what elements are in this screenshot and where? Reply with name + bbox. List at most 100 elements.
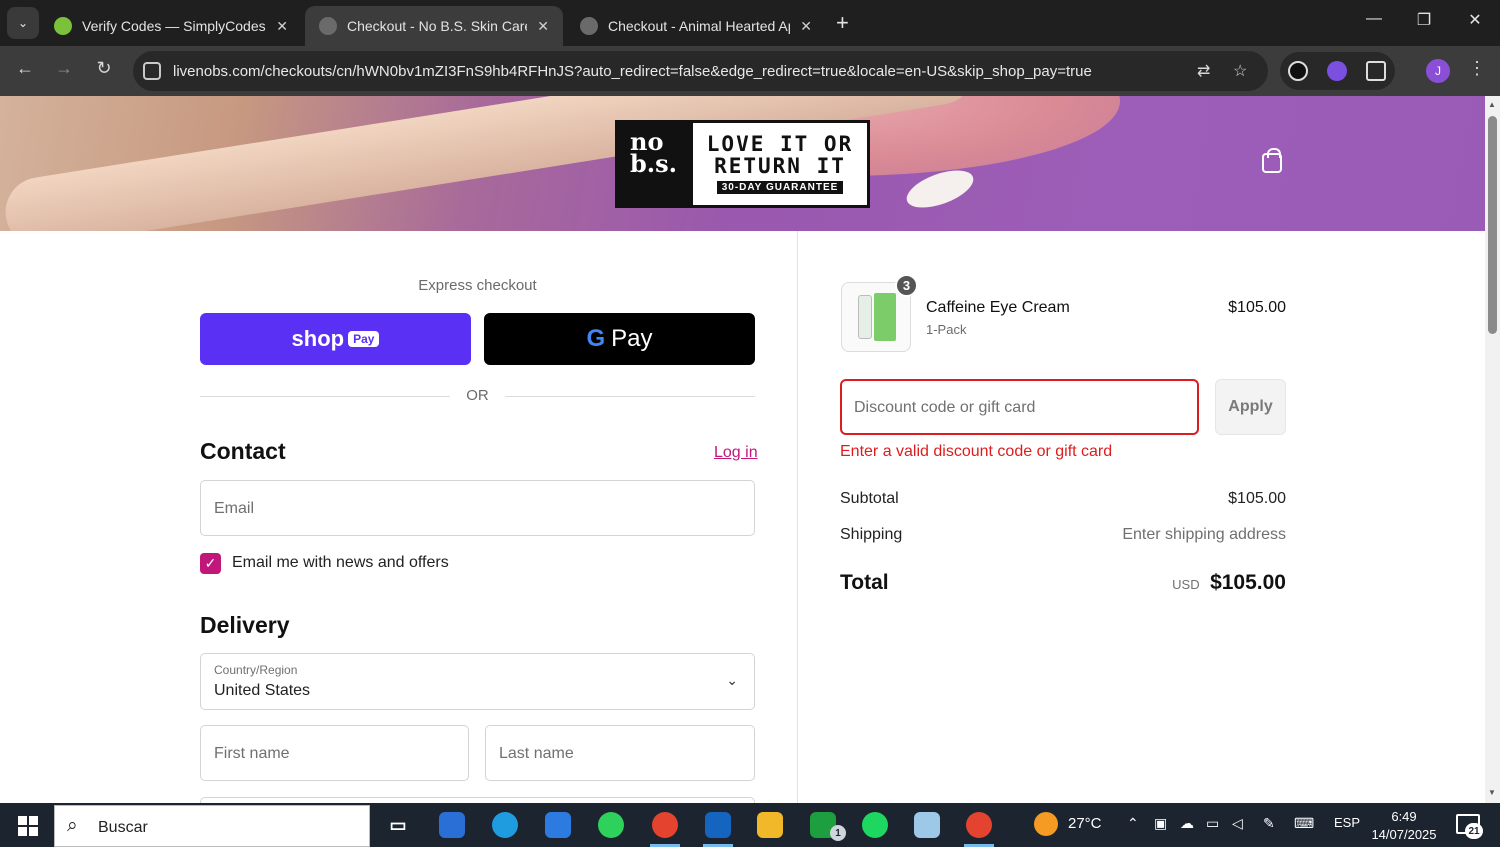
divider-right (505, 396, 755, 397)
express-checkout-label: Express checkout (418, 277, 537, 294)
extensions-puzzle-icon[interactable] (1366, 61, 1386, 81)
forward-button[interactable]: → (51, 58, 77, 79)
country-select[interactable]: Country/Region United States ⌄ (200, 653, 755, 710)
first-name-field[interactable]: First name (200, 725, 469, 781)
close-tab-icon[interactable]: ✕ (276, 18, 288, 35)
network-icon[interactable]: ▭ (1206, 815, 1219, 832)
discount-code-input[interactable]: Discount code or gift card (840, 379, 1199, 435)
new-tab-button[interactable]: + (836, 10, 849, 36)
edge-icon[interactable] (492, 812, 518, 838)
chrome-profile-p-icon[interactable] (966, 812, 992, 838)
tab-label: Checkout - Animal Hearted App (608, 18, 791, 34)
url-text[interactable]: livenobs.com/checkouts/cn/hWN0bv1mZI3FnS… (173, 63, 1092, 80)
shopping-bag-icon[interactable] (1262, 148, 1282, 173)
language-indicator[interactable]: ESP (1334, 815, 1360, 830)
browser-menu-icon[interactable]: ⋮ (1468, 58, 1486, 79)
newsletter-label: Email me with news and offers (232, 554, 449, 571)
outlook-icon[interactable] (705, 812, 731, 838)
onedrive-icon[interactable]: ☁ (1180, 815, 1194, 832)
taskbar-search[interactable]: ⌕ Buscar (54, 805, 370, 847)
clock-date: 14/07/2025 (1371, 827, 1437, 842)
subtotal-label: Subtotal (840, 490, 899, 507)
file-explorer-icon[interactable] (757, 812, 783, 838)
mail-icon[interactable] (545, 812, 571, 838)
extension-purple-icon[interactable] (1327, 61, 1347, 81)
gpay-label: Pay (611, 325, 653, 352)
order-summary: 3 Caffeine Eye Cream 1-Pack $105.00 Disc… (797, 231, 1485, 803)
windows-start-icon[interactable] (18, 816, 38, 836)
tab-label: Checkout - No B.S. Skin Care (347, 18, 528, 34)
logo-line-2: RETURN IT (714, 154, 846, 178)
first-name-placeholder: First name (214, 745, 290, 762)
page-scrollbar[interactable]: ▲ ▼ (1485, 96, 1500, 803)
pen-icon[interactable]: ✎ (1263, 815, 1275, 832)
translate-icon[interactable]: ⇄ (1197, 61, 1210, 81)
keyboard-icon[interactable]: ⌨ (1294, 815, 1314, 832)
brand-logo[interactable]: no b.s. LOVE IT OR RETURN IT 30-DAY GUAR… (615, 120, 870, 208)
email-placeholder: Email (214, 500, 255, 517)
meet-icon[interactable]: ▣ (1154, 815, 1167, 832)
contact-heading: Contact (200, 438, 286, 464)
logo-line-1: LOVE IT OR (706, 132, 854, 156)
browser-toolbar: ← → ↻ livenobs.com/checkouts/cn/hWN0bv1m… (0, 46, 1500, 96)
extensions-area (1280, 52, 1395, 90)
address-bar[interactable]: livenobs.com/checkouts/cn/hWN0bv1mZI3FnS… (133, 51, 1268, 91)
scroll-down-icon[interactable]: ▼ (1488, 788, 1496, 797)
last-name-placeholder: Last name (499, 745, 574, 762)
store-icon[interactable] (439, 812, 465, 838)
close-tab-icon[interactable]: ✕ (537, 18, 549, 35)
product-box-image (874, 293, 896, 341)
chevron-up-icon[interactable]: ⌃ (1127, 815, 1139, 832)
chrome-profile-j-icon[interactable] (652, 812, 678, 838)
product-name: Caffeine Eye Cream (926, 299, 1070, 316)
google-g-icon: G (586, 325, 606, 352)
delivery-heading: Delivery (200, 612, 290, 638)
last-name-field[interactable]: Last name (485, 725, 755, 781)
or-divider-label: OR (466, 387, 489, 404)
profile-avatar[interactable]: J (1426, 59, 1450, 83)
clock-time: 6:49 (1391, 809, 1417, 824)
product-variant: 1-Pack (926, 322, 967, 337)
windows-taskbar: ⌕ Buscar ▭ 1 27°C ⌃ ▣ ☁ ▭ ◁ ✎ ⌨ ESP 6:49… (0, 803, 1500, 847)
whatsapp-icon[interactable] (598, 812, 624, 838)
bookmark-star-icon[interactable]: ☆ (1233, 61, 1247, 81)
currency-code: USD (1172, 577, 1200, 592)
scroll-thumb[interactable] (1488, 116, 1497, 334)
close-window-button[interactable]: ✕ (1463, 10, 1487, 30)
scroll-up-icon[interactable]: ▲ (1488, 100, 1496, 109)
shop-pay-button[interactable]: shop Pay (200, 313, 471, 365)
xbox-badge: 1 (830, 825, 846, 841)
browser-tab-bar: ⌄ Verify Codes — SimplyCodes ✕ Checkout … (0, 0, 1500, 46)
task-view-icon[interactable]: ▭ (385, 812, 411, 838)
notepad-icon[interactable] (914, 812, 940, 838)
site-info-icon[interactable] (143, 62, 161, 80)
total-amount: USD $105.00 (1028, 571, 1286, 595)
weather-temp[interactable]: 27°C (1068, 815, 1102, 832)
spotify-icon[interactable] (862, 812, 888, 838)
discount-error-message: Enter a valid discount code or gift card (840, 443, 1113, 460)
volume-icon[interactable]: ◁ (1232, 815, 1243, 832)
minimize-button[interactable]: — (1362, 10, 1386, 28)
close-tab-icon[interactable]: ✕ (800, 18, 812, 35)
extension-w-icon[interactable] (1288, 61, 1308, 81)
tab-animal-hearted[interactable]: Checkout - Animal Hearted App ✕ (566, 6, 826, 46)
back-button[interactable]: ← (12, 58, 38, 79)
globe-favicon-icon (319, 17, 337, 35)
taskbar-search-text: Buscar (98, 819, 148, 836)
apply-discount-button[interactable]: Apply (1215, 379, 1286, 435)
taskbar-clock[interactable]: 6:49 14/07/2025 (1366, 808, 1442, 844)
logo-nobs: no b.s. (618, 123, 693, 205)
login-link[interactable]: Log in (714, 444, 758, 462)
weather-sun-icon[interactable] (1034, 812, 1058, 836)
reload-button[interactable]: ↻ (91, 58, 117, 79)
shipping-value: Enter shipping address (1122, 526, 1286, 543)
tab-nobs-checkout[interactable]: Checkout - No B.S. Skin Care ✕ (305, 6, 563, 46)
google-pay-button[interactable]: G Pay (484, 313, 755, 365)
newsletter-checkbox[interactable]: ✓ (200, 553, 221, 574)
product-price: $105.00 (1228, 299, 1286, 316)
hero-banner: no b.s. LOVE IT OR RETURN IT 30-DAY GUAR… (0, 96, 1485, 231)
restore-button[interactable]: ❐ (1412, 10, 1436, 30)
email-field[interactable]: Email (200, 480, 755, 536)
tab-simplycodes[interactable]: Verify Codes — SimplyCodes ✕ (40, 6, 302, 46)
tab-search-dropdown[interactable]: ⌄ (7, 7, 39, 39)
